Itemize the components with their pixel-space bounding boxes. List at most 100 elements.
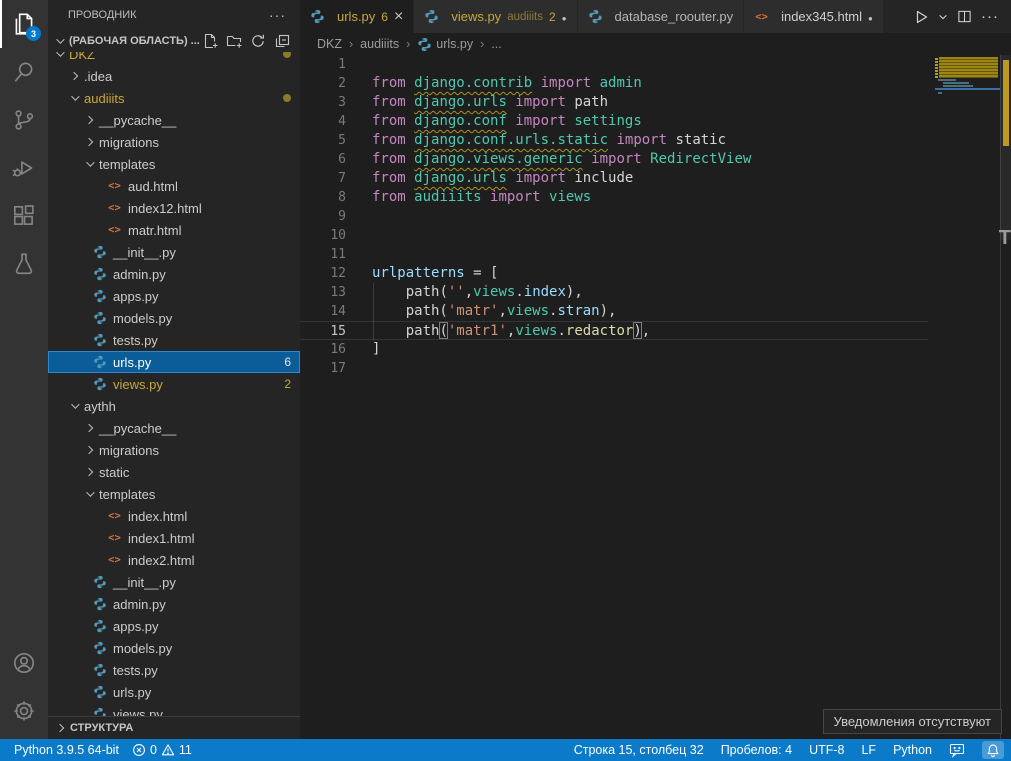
code-token: .	[549, 302, 557, 321]
tree-item-migrations[interactable]: migrations	[48, 439, 300, 461]
code-token: ),	[566, 283, 583, 302]
code-line-16[interactable]: 16]	[300, 340, 928, 359]
code-line-1[interactable]: 1	[300, 55, 928, 74]
tree-item-index2-html[interactable]: index2.html	[48, 549, 300, 571]
tree-item-aud-html[interactable]: aud.html	[48, 175, 300, 197]
breadcrumb-item-file[interactable]: urls.py	[417, 37, 473, 52]
code-line-6[interactable]: 6from django.views.generic import Redire…	[300, 150, 928, 169]
code-line-7[interactable]: 7from django.urls import include	[300, 169, 928, 188]
notifications-bell-icon[interactable]	[982, 741, 1004, 759]
tab-database-roouter-py[interactable]: database_roouter.py	[578, 0, 745, 33]
tab-urls-py[interactable]: urls.py 6	[300, 0, 414, 33]
workspace-section-header[interactable]: (РАБОЧАЯ ОБЛАСТЬ) ...	[48, 30, 300, 52]
tree-item-apps-py[interactable]: apps.py	[48, 615, 300, 637]
tree-item-admin-py[interactable]: admin.py	[48, 593, 300, 615]
tree-item--pycache-[interactable]: __pycache__	[48, 109, 300, 131]
eol-item[interactable]: LF	[861, 743, 876, 757]
search-icon[interactable]	[0, 48, 48, 96]
encoding-item[interactable]: UTF-8	[809, 743, 844, 757]
chevron-right-icon	[85, 468, 93, 476]
tree-item-aythh[interactable]: aythh	[48, 395, 300, 417]
tab-views-py[interactable]: views.py audiiits 2	[414, 0, 577, 33]
dirty-dot-icon[interactable]	[562, 9, 567, 24]
tree-item-urls-py[interactable]: urls.py	[48, 681, 300, 703]
problems-item[interactable]: 0 11	[132, 743, 192, 757]
code-line-14[interactable]: 14 path('matr',views.stran),	[300, 302, 928, 321]
extensions-icon[interactable]	[0, 192, 48, 240]
breadcrumb-item[interactable]: ...	[491, 37, 501, 51]
tab-index345-html[interactable]: index345.html	[744, 0, 884, 33]
code-line-3[interactable]: 3from django.urls import path	[300, 93, 928, 112]
tree-item-templates[interactable]: templates	[48, 483, 300, 505]
code-line-10[interactable]: 10	[300, 226, 928, 245]
code-area[interactable]: 12from django.contrib import admin3from …	[300, 55, 1011, 739]
cursor-position-item[interactable]: Строка 15, столбец 32	[574, 743, 704, 757]
code-line-4[interactable]: 4from django.conf import settings	[300, 112, 928, 131]
more-actions-icon[interactable]	[981, 8, 999, 25]
language-mode-item[interactable]: Python	[893, 743, 932, 757]
tree-item-static[interactable]: static	[48, 461, 300, 483]
testing-icon[interactable]	[0, 240, 48, 288]
new-file-icon[interactable]	[202, 33, 218, 49]
sidebar-more-icon[interactable]: ···	[269, 7, 286, 23]
tree-item-urls-py[interactable]: urls.py6	[48, 351, 300, 373]
file-label: tests.py	[113, 333, 158, 348]
line-number: 3	[300, 93, 346, 112]
indentation-item[interactable]: Пробелов: 4	[721, 743, 792, 757]
breadcrumb-item[interactable]: DKZ	[317, 37, 342, 51]
minimap[interactable]	[938, 55, 1000, 165]
account-icon[interactable]	[0, 639, 48, 687]
source-control-icon[interactable]	[0, 96, 48, 144]
tree-item--init-py[interactable]: __init__.py	[48, 241, 300, 263]
tree-item-index-html[interactable]: index.html	[48, 505, 300, 527]
code-line-2[interactable]: 2from django.contrib import admin	[300, 74, 928, 93]
tree-item--idea[interactable]: .idea	[48, 65, 300, 87]
code-line-11[interactable]: 11	[300, 245, 928, 264]
problem-count-badge: 6	[284, 355, 291, 369]
tree-item-matr-html[interactable]: matr.html	[48, 219, 300, 241]
tree-item--pycache-[interactable]: __pycache__	[48, 417, 300, 439]
code-line-9[interactable]: 9	[300, 207, 928, 226]
file-label: index2.html	[128, 553, 194, 568]
code-line-12[interactable]: 12urlpatterns = [	[300, 264, 928, 283]
tree-item-templates[interactable]: templates	[48, 153, 300, 175]
collapse-folders-icon[interactable]	[274, 33, 290, 49]
tree-item-tests-py[interactable]: tests.py	[48, 659, 300, 681]
close-icon[interactable]	[394, 9, 403, 25]
run-button-icon[interactable]	[913, 9, 929, 25]
code-line-15[interactable]: 15 path('matr1',views.redactor),	[300, 321, 928, 340]
tree-item-models-py[interactable]: models.py	[48, 637, 300, 659]
tree-item-models-py[interactable]: models.py	[48, 307, 300, 329]
tree-item-index12-html[interactable]: index12.html	[48, 197, 300, 219]
breadcrumb-item[interactable]: audiiits	[360, 37, 399, 51]
tree-item--init-py[interactable]: __init__.py	[48, 571, 300, 593]
tree-item-admin-py[interactable]: admin.py	[48, 263, 300, 285]
explorer-icon[interactable]: 3	[0, 0, 48, 48]
code-line-13[interactable]: 13 path('',views.index),	[300, 283, 928, 302]
tree-item-migrations[interactable]: migrations	[48, 131, 300, 153]
feedback-icon[interactable]	[949, 742, 965, 758]
tree-item-apps-py[interactable]: apps.py	[48, 285, 300, 307]
run-debug-icon[interactable]	[0, 144, 48, 192]
code-token: 'matr'	[448, 302, 499, 321]
tree-item-DKZ[interactable]: DKZ	[48, 52, 300, 65]
refresh-icon[interactable]	[250, 33, 266, 49]
tree-item-views-py[interactable]: views.py	[48, 703, 300, 716]
code-line-8[interactable]: 8from audiiits import views	[300, 188, 928, 207]
settings-gear-icon[interactable]	[0, 687, 48, 735]
run-dropdown-chevron-icon[interactable]	[938, 12, 948, 22]
tree-item-audiiits[interactable]: audiiits	[48, 87, 300, 109]
tab-label: views.py	[451, 9, 501, 24]
tree-item-views-py[interactable]: views.py2	[48, 373, 300, 395]
outline-section-header[interactable]: СТРУКТУРА	[48, 716, 300, 739]
new-folder-icon[interactable]	[226, 33, 242, 49]
split-editor-icon[interactable]	[957, 9, 972, 24]
code-line-5[interactable]: 5from django.conf.urls.static import sta…	[300, 131, 928, 150]
tree-item-tests-py[interactable]: tests.py	[48, 329, 300, 351]
html-file-icon	[107, 224, 122, 236]
code-line-17[interactable]: 17	[300, 359, 928, 378]
overview-ruler[interactable]	[1000, 55, 1011, 739]
tree-item-index1-html[interactable]: index1.html	[48, 527, 300, 549]
python-interpreter-item[interactable]: Python 3.9.5 64-bit	[14, 743, 119, 757]
dirty-dot-icon[interactable]	[868, 9, 873, 24]
